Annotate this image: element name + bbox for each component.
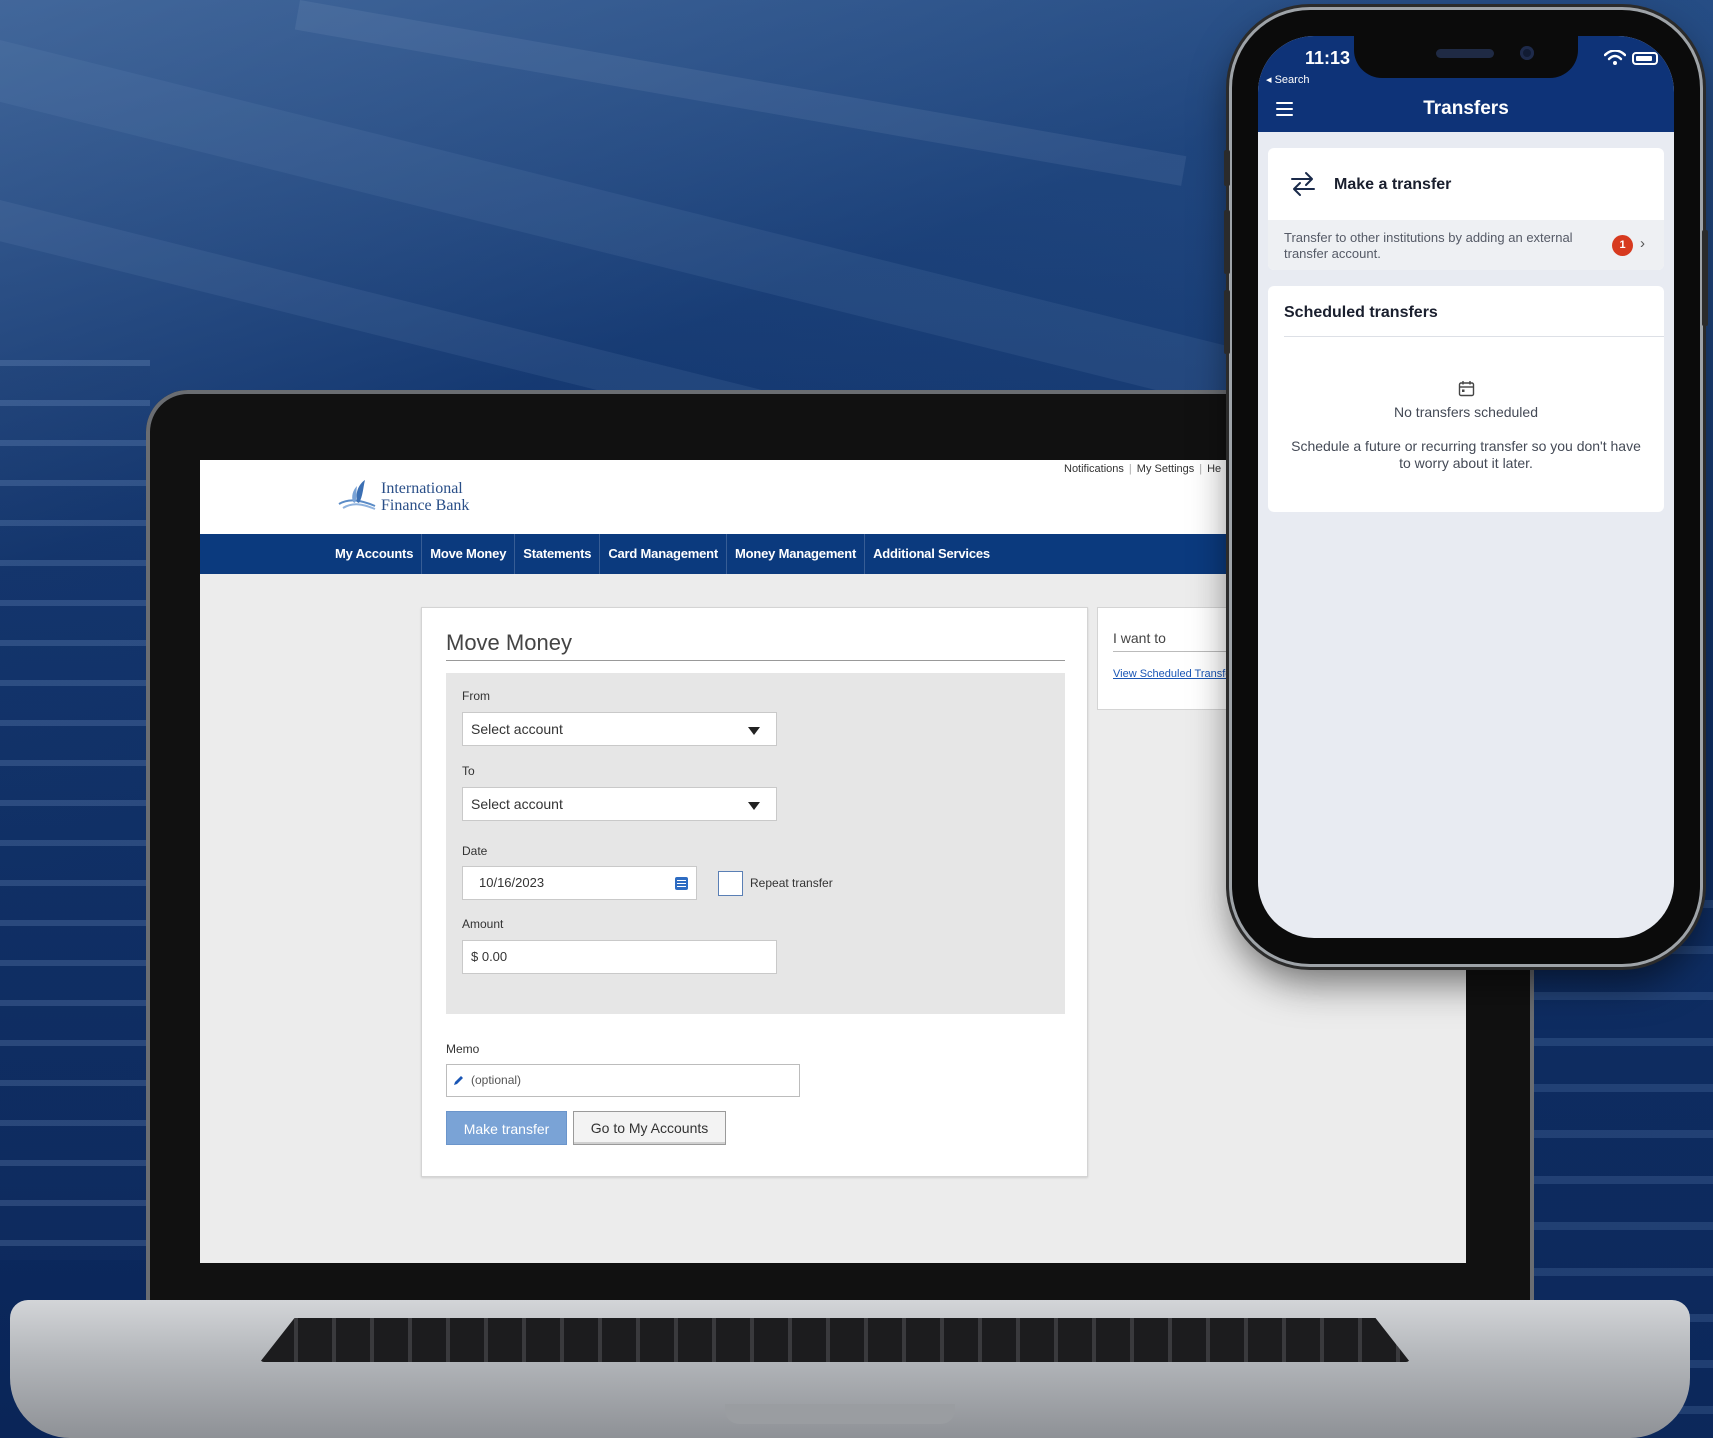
nav-statements[interactable]: Statements (515, 534, 601, 574)
repeat-transfer-checkbox[interactable] (718, 871, 743, 896)
phone-button (1224, 290, 1230, 354)
back-to-search[interactable]: ◂ Search (1266, 73, 1309, 86)
memo-label: Memo (446, 1042, 480, 1056)
wifi-icon (1604, 50, 1626, 65)
chevron-right-icon: › (1640, 235, 1645, 252)
utility-links: Notifications | My Settings | He (1064, 463, 1221, 475)
title-divider (446, 660, 1065, 661)
nav-money-management[interactable]: Money Management (727, 534, 866, 574)
scheduled-transfers-card: Scheduled transfers No transfers schedul… (1268, 286, 1664, 512)
divider: | (1199, 463, 1203, 475)
bank-logo-icon (338, 480, 376, 510)
nav-my-accounts[interactable]: My Accounts (327, 534, 423, 574)
calendar-icon[interactable] (675, 877, 688, 890)
help-link[interactable]: He (1207, 463, 1221, 475)
dropdown-caret-icon (748, 727, 760, 735)
date-label: Date (462, 844, 488, 858)
transfer-arrows-icon (1291, 172, 1315, 196)
phone-button (1224, 150, 1230, 186)
from-select-value: Select account (471, 721, 563, 737)
phone-screen: 11:13 ◂ Search Transfers Make a transfer… (1258, 36, 1674, 938)
amount-field[interactable]: $ 0.00 (462, 940, 777, 974)
move-money-card: Move Money From Select account To Select… (421, 607, 1088, 1177)
speaker (1436, 49, 1494, 58)
brand-name[interactable]: International Finance Bank (381, 480, 469, 514)
divider: | (1128, 463, 1132, 475)
notifications-link[interactable]: Notifications (1064, 463, 1124, 475)
nav-card-management[interactable]: Card Management (600, 534, 728, 574)
laptop-notch (725, 1404, 955, 1424)
empty-state-description: Schedule a future or recurring transfer … (1291, 438, 1641, 471)
to-label: To (462, 764, 475, 778)
my-settings-link[interactable]: My Settings (1137, 463, 1194, 475)
nav-additional-services[interactable]: Additional Services (865, 534, 998, 574)
repeat-transfer-label[interactable]: Repeat transfer (750, 876, 833, 890)
nav-move-money[interactable]: Move Money (422, 534, 516, 574)
transfer-form-panel: From Select account To Select account Da… (446, 673, 1065, 1014)
scheduled-transfers-title: Scheduled transfers (1284, 304, 1438, 321)
laptop-keyboard (260, 1318, 1410, 1362)
make-transfer-button[interactable]: Make transfer (446, 1111, 567, 1145)
to-select-value: Select account (471, 796, 563, 812)
battery-icon (1632, 52, 1658, 65)
phone-button (1224, 210, 1230, 274)
phone-button (1702, 230, 1708, 326)
date-value: 10/16/2023 (479, 875, 545, 890)
camera (1520, 46, 1534, 60)
dropdown-caret-icon (748, 802, 760, 810)
notification-badge: 1 (1612, 235, 1633, 256)
background-building (0, 360, 150, 1260)
memo-field[interactable]: (optional) (446, 1064, 800, 1097)
make-transfer-card[interactable]: Make a transfer Transfer to other instit… (1268, 148, 1664, 270)
phone-notch (1354, 36, 1578, 78)
side-panel-title: I want to (1113, 630, 1166, 646)
brand-line-1: International (381, 480, 463, 497)
external-account-description: Transfer to other institutions by adding… (1284, 230, 1573, 261)
date-field[interactable]: 10/16/2023 (462, 866, 697, 900)
pencil-icon (454, 1076, 463, 1085)
brand-line-2: Finance Bank (381, 497, 470, 514)
go-to-accounts-button[interactable]: Go to My Accounts (573, 1111, 726, 1145)
amount-label: Amount (462, 917, 504, 931)
external-account-prompt[interactable]: Transfer to other institutions by adding… (1268, 220, 1664, 270)
status-time: 11:13 (1305, 48, 1351, 68)
view-scheduled-transfers-link[interactable]: View Scheduled Transfe (1113, 668, 1231, 680)
empty-state-title: No transfers scheduled (1394, 404, 1538, 420)
make-transfer-header[interactable]: Make a transfer (1268, 148, 1664, 220)
phone-device: 11:13 ◂ Search Transfers Make a transfer… (1224, 10, 1708, 964)
app-title: Transfers (1423, 98, 1509, 119)
from-label: From (462, 689, 490, 703)
make-transfer-title: Make a transfer (1334, 176, 1452, 193)
memo-placeholder: (optional) (471, 1073, 522, 1087)
scheduled-divider (1284, 336, 1664, 337)
from-account-select[interactable]: Select account (462, 712, 777, 746)
calendar-icon (1458, 381, 1475, 397)
page-title: Move Money (446, 630, 572, 655)
to-account-select[interactable]: Select account (462, 787, 777, 821)
